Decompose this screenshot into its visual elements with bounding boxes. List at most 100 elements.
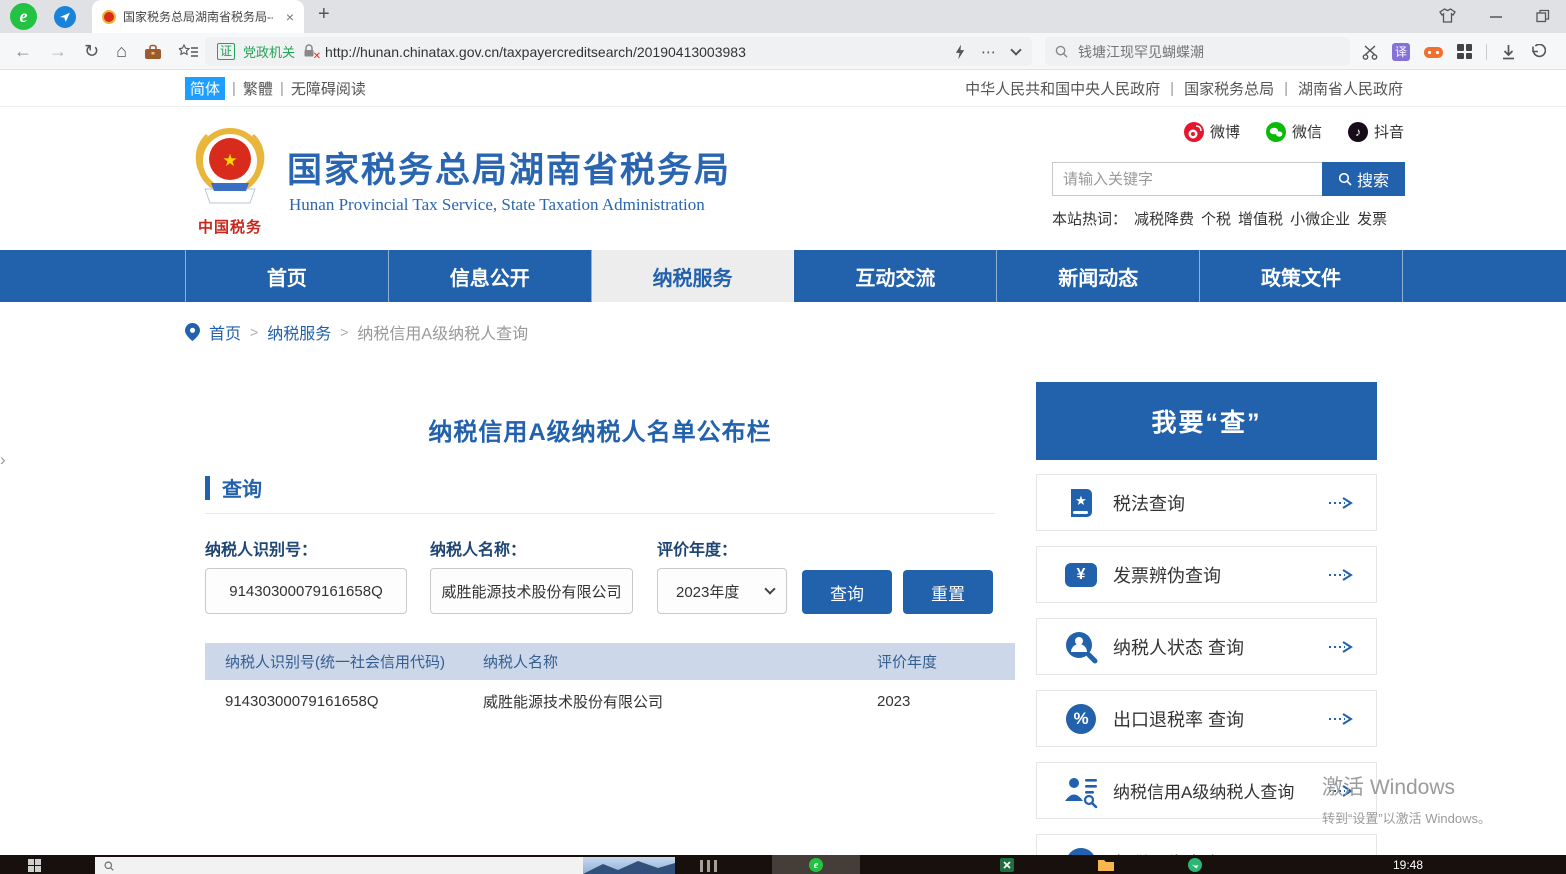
cert-badge-icon: 证	[217, 43, 235, 60]
query-button[interactable]: 查询	[802, 570, 892, 614]
paper-plane-icon	[58, 10, 72, 24]
site-search-input[interactable]	[1052, 162, 1322, 196]
quick-search-input[interactable]	[1076, 43, 1316, 61]
breadcrumb-separator	[250, 324, 258, 340]
douyin-link[interactable]: ♪ 抖音	[1348, 121, 1404, 142]
quick-search-box[interactable]	[1045, 37, 1350, 66]
restore-button[interactable]	[1536, 9, 1550, 23]
site-search-button[interactable]: 搜索	[1322, 162, 1405, 196]
evaluation-year-value: 2023年度	[676, 581, 739, 602]
nav-item-tax-service[interactable]: 纳税服务	[592, 250, 795, 302]
evaluation-year-select[interactable]: 2023年度	[657, 568, 787, 614]
lang-traditional-button[interactable]: 繁體	[243, 78, 273, 99]
nav-item-policy[interactable]: 政策文件	[1200, 250, 1403, 302]
game-center-icon[interactable]	[1424, 45, 1443, 59]
hot-words: 本站热词： 减税降费个税增值税小微企业发票	[1052, 208, 1394, 229]
sidebar-title: 我要“查”	[1036, 382, 1377, 460]
taxpayer-id-input[interactable]	[205, 568, 407, 614]
theme-tshirt-icon[interactable]	[1439, 8, 1456, 23]
nav-item-news[interactable]: 新闻动态	[997, 250, 1200, 302]
refresh-icon[interactable]: ↻	[84, 41, 99, 62]
breadcrumb-separator	[340, 324, 348, 340]
hot-word[interactable]: 增值税	[1238, 211, 1283, 228]
location-pin-icon	[185, 323, 200, 341]
cell-eval-year: 2023	[877, 693, 1015, 710]
dotted-arrow-icon	[1328, 569, 1358, 581]
sidebar-item-taxpayer-status[interactable]: 纳税人状态 查询	[1036, 618, 1377, 675]
download-icon[interactable]	[1501, 44, 1516, 60]
weibo-link[interactable]: 微博	[1184, 121, 1240, 142]
apps-grid-icon[interactable]	[1457, 44, 1472, 59]
wechat-link[interactable]: 微信	[1266, 121, 1322, 142]
gov-link-hunan[interactable]: 湖南省人民政府	[1298, 78, 1403, 99]
tab-favicon-icon	[102, 10, 116, 24]
gov-link-central[interactable]: 中华人民共和国中央人民政府	[965, 78, 1160, 99]
nav-item-info-disclosure[interactable]: 信息公开	[389, 250, 592, 302]
hot-word[interactable]: 减税降费	[1134, 211, 1194, 228]
sidebar-item-credit-a-query[interactable]: 纳税信用A级纳税人查询	[1036, 762, 1377, 819]
taskbar-360-browser-icon[interactable]: e	[772, 855, 860, 874]
weibo-label: 微博	[1210, 121, 1240, 142]
divider	[280, 80, 284, 97]
task-view-icon[interactable]	[700, 860, 717, 872]
excel-icon[interactable]	[1000, 858, 1014, 872]
gov-link-sta[interactable]: 国家税务总局	[1184, 78, 1274, 99]
weibo-icon	[1184, 122, 1204, 142]
start-button-icon[interactable]	[28, 859, 41, 872]
sidebar-item-invoice-verify[interactable]: ¥ 发票辨伪查询	[1036, 546, 1377, 603]
toolbox-icon[interactable]	[144, 44, 162, 60]
hot-word[interactable]: 个税	[1201, 211, 1231, 228]
douyin-icon: ♪	[1348, 122, 1368, 142]
reset-button[interactable]: 重置	[903, 570, 993, 614]
back-icon[interactable]: ←	[14, 41, 32, 62]
social-links: 微博 微信 ♪ 抖音	[1052, 121, 1404, 142]
tab-close-icon[interactable]: ×	[286, 9, 294, 25]
taxpayer-id-label: 纳税人识别号：	[205, 536, 317, 560]
screenshot-scissors-icon[interactable]	[1362, 44, 1378, 60]
browser-360-logo-icon[interactable]: e	[10, 3, 37, 30]
minimize-button[interactable]	[1489, 9, 1503, 23]
hot-words-label: 本站热词：	[1052, 211, 1127, 228]
sidebar-item-export-rebate[interactable]: % 出口退税率 查询	[1036, 690, 1377, 747]
favorites-list-icon[interactable]	[179, 44, 198, 59]
cert-label: 党政机关	[243, 42, 295, 61]
nav-item-home[interactable]: 首页	[185, 250, 389, 302]
chevron-down-icon	[764, 583, 775, 594]
panel-toggle-icon[interactable]: ›	[0, 450, 6, 470]
forward-icon[interactable]: →	[49, 41, 67, 62]
site-search-label: 搜索	[1357, 167, 1389, 191]
col-header-year: 评价年度	[877, 651, 1015, 672]
accessibility-link[interactable]: 无障碍阅读	[291, 78, 366, 99]
export-rebate-icon: %	[1063, 701, 1099, 737]
breadcrumb-home[interactable]: 首页	[209, 320, 241, 344]
hot-word[interactable]: 发票	[1357, 211, 1387, 228]
chevron-down-icon[interactable]	[1010, 44, 1021, 55]
nav-item-interaction[interactable]: 互动交流	[794, 250, 997, 302]
hot-word[interactable]: 小微企业	[1290, 211, 1350, 228]
eval-year-label: 评价年度：	[657, 536, 737, 560]
sidebar-item-tax-law[interactable]: ★ 税法查询	[1036, 474, 1377, 531]
folder-icon[interactable]	[1098, 858, 1114, 871]
search-highlight-image[interactable]	[583, 857, 675, 874]
more-icon[interactable]: ⋯	[981, 43, 997, 61]
browser-tab[interactable]: 国家税务总局湖南省税务局--纳 ×	[92, 0, 304, 33]
home-icon[interactable]: ⌂	[116, 41, 127, 62]
translate-icon[interactable]: 译	[1392, 43, 1410, 61]
dotted-arrow-icon	[1328, 497, 1358, 509]
taskbar-search-box[interactable]	[95, 857, 675, 874]
main-nav: 首页 信息公开 纳税服务 互动交流 新闻动态 政策文件	[0, 250, 1566, 302]
col-header-name: 纳税人名称	[483, 651, 877, 672]
breadcrumb-tax-service[interactable]: 纳税服务	[267, 320, 331, 344]
lang-simplified-button[interactable]: 简体	[185, 77, 225, 100]
url-text[interactable]: http://hunan.chinatax.gov.cn/taxpayercre…	[325, 44, 947, 60]
taxpayer-name-input[interactable]	[430, 568, 633, 614]
lightning-icon[interactable]	[955, 44, 966, 60]
undo-icon[interactable]	[1530, 44, 1546, 59]
window-controls	[1439, 0, 1550, 31]
new-tab-button[interactable]: +	[318, 3, 330, 26]
url-bar[interactable]: 证 党政机关 ✕ http://hunan.chinatax.gov.cn/ta…	[205, 37, 1032, 66]
query-sidebar: 我要“查” ★ 税法查询 ¥ 发票辨伪查询 纳税人状态 查询 %	[1036, 382, 1377, 460]
credit-a-taxpayer-icon	[1063, 773, 1099, 809]
speed-mode-icon[interactable]	[54, 6, 76, 28]
dingtalk-icon[interactable]	[1188, 858, 1202, 872]
